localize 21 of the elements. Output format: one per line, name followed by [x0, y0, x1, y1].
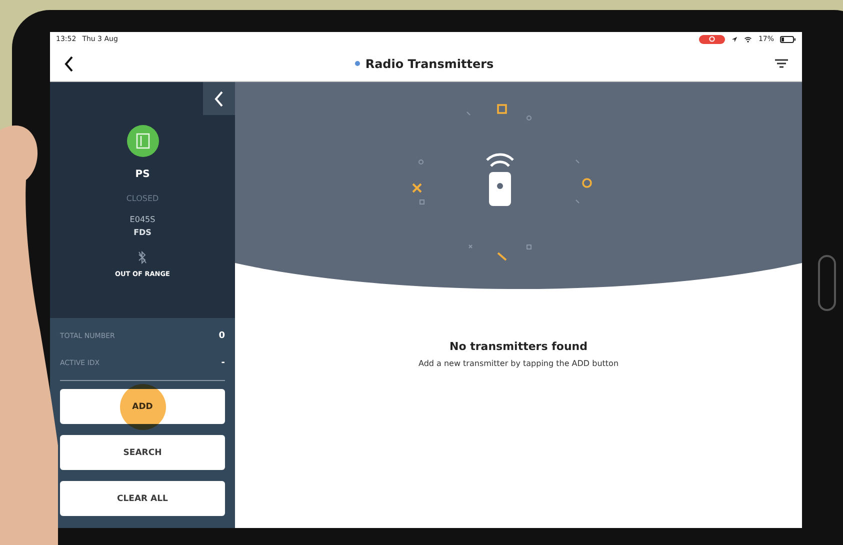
stat-value: 0 [218, 330, 225, 340]
status-dot-icon [355, 61, 360, 66]
device-state: CLOSED [126, 194, 159, 203]
battery-icon [780, 36, 796, 42]
wifi-icon [744, 36, 752, 42]
empty-title: No transmitters found [450, 340, 588, 353]
collapse-button[interactable] [203, 82, 235, 115]
empty-message: Add a new transmitter by tapping the ADD button [418, 359, 619, 368]
back-icon[interactable] [64, 56, 74, 72]
action-button[interactable]: CLEAR ALL [60, 481, 225, 516]
device-name: PS [135, 169, 150, 180]
bluetooth-off-icon [138, 251, 147, 264]
filter-icon[interactable] [775, 58, 788, 68]
door-icon [136, 133, 150, 149]
location-icon [731, 36, 738, 42]
device-group: FDS [134, 228, 152, 237]
stat-value: - [221, 358, 225, 368]
action-button[interactable]: SEARCH [60, 435, 225, 470]
screen-title: Radio Transmitters [365, 56, 494, 70]
device-code: E045S [130, 215, 156, 224]
chevron-left-icon [214, 90, 224, 106]
